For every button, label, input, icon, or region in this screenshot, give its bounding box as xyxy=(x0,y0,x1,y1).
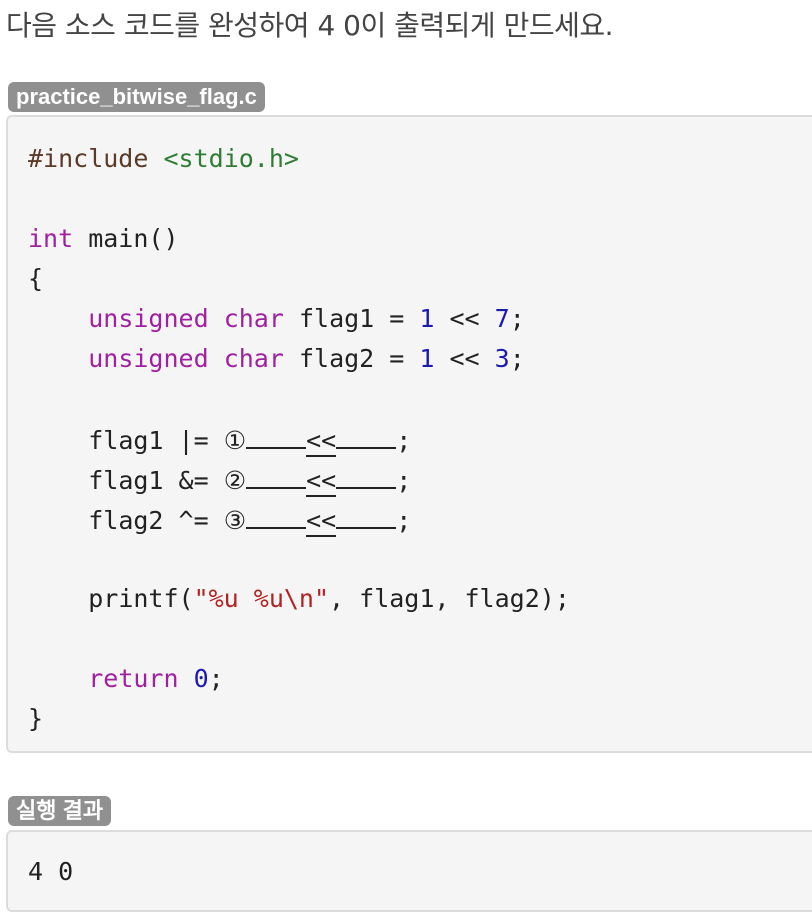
code-line-printf: printf("%u %u\n", flag1, flag2); xyxy=(28,579,570,619)
type-unsigned: unsigned xyxy=(88,304,209,333)
fill-in-blank-3a[interactable] xyxy=(246,499,307,529)
main-return-type: int xyxy=(28,224,74,253)
blank-marker-2: ② xyxy=(223,466,247,495)
semicolon: ; xyxy=(396,426,412,455)
fill-in-blank-2a[interactable] xyxy=(246,459,307,489)
semicolon: ; xyxy=(396,466,412,495)
type-char: char xyxy=(223,344,284,373)
blank-marker-1: ① xyxy=(223,426,247,455)
blank2-shift-op: << xyxy=(306,466,337,497)
main-signature: main() xyxy=(73,224,179,253)
shift-operator: << xyxy=(434,304,495,333)
problem-instruction: 다음 소스 코드를 완성하여 4 0이 출력되게 만드세요. xyxy=(6,9,614,42)
semicolon: ; xyxy=(396,506,412,535)
number-literal: 1 xyxy=(419,344,435,373)
decl-flag1-text: flag1 = xyxy=(283,304,420,333)
source-code: #include <stdio.h> int main() { unsigned c… xyxy=(28,139,570,739)
fill-in-blank-2b[interactable] xyxy=(336,459,397,489)
program-output: 4 0 xyxy=(28,857,74,886)
number-literal: 3 xyxy=(494,344,510,373)
code-line-decl-flag2: unsigned char flag2 = 1 << 3; xyxy=(28,339,570,379)
semicolon: ; xyxy=(208,664,224,693)
shift-operator: << xyxy=(434,344,495,373)
printf-args: , flag1, flag2); xyxy=(329,584,570,613)
fill-in-blank-1b[interactable] xyxy=(336,419,397,449)
blank1-prefix: flag1 |= xyxy=(88,426,224,455)
blank1-shift-op: << xyxy=(306,426,337,457)
type-unsigned: unsigned xyxy=(88,344,209,373)
code-line-return: return 0; xyxy=(28,659,570,699)
code-line-empty xyxy=(28,619,570,659)
type-char: char xyxy=(223,304,284,333)
include-directive: #include xyxy=(28,144,149,173)
code-line-decl-flag1: unsigned char flag1 = 1 << 7; xyxy=(28,299,570,339)
code-line-include: #include <stdio.h> xyxy=(28,139,570,179)
blank3-shift-op: << xyxy=(306,506,337,537)
close-brace: } xyxy=(28,704,44,733)
semicolon: ; xyxy=(509,344,525,373)
open-brace: { xyxy=(28,264,44,293)
format-string: "%u %u\n" xyxy=(193,584,330,613)
code-line-main: int main() xyxy=(28,219,570,259)
code-line-close-brace: } xyxy=(28,699,570,739)
code-line-empty xyxy=(28,179,570,219)
code-line-blank-2: flag1 &= ② <<; xyxy=(28,459,570,499)
code-line-blank-1: flag1 |= ① <<; xyxy=(28,419,570,459)
blank-marker-3: ③ xyxy=(223,506,247,535)
fill-in-blank-1a[interactable] xyxy=(246,419,307,449)
result-tag: 실행 결과 xyxy=(8,796,112,826)
return-value: 0 xyxy=(193,664,209,693)
blank2-prefix: flag1 &= xyxy=(88,466,224,495)
code-line-open-brace: { xyxy=(28,259,570,299)
decl-flag2-text: flag2 = xyxy=(283,344,420,373)
return-keyword: return xyxy=(88,664,179,693)
code-line-empty xyxy=(28,539,570,579)
number-literal: 7 xyxy=(494,304,510,333)
code-line-empty xyxy=(28,379,570,419)
semicolon: ; xyxy=(509,304,525,333)
filename-tag: practice_bitwise_flag.c xyxy=(8,82,265,112)
number-literal: 1 xyxy=(419,304,435,333)
code-block: #include <stdio.h> int main() { unsigned c… xyxy=(6,115,812,753)
printf-call: printf( xyxy=(88,584,194,613)
include-header: <stdio.h> xyxy=(163,144,299,173)
fill-in-blank-3b[interactable] xyxy=(336,499,397,529)
code-line-blank-3: flag2 ^= ③ <<; xyxy=(28,499,570,539)
output-block: 4 0 xyxy=(6,830,812,912)
blank3-prefix: flag2 ^= xyxy=(88,506,224,535)
